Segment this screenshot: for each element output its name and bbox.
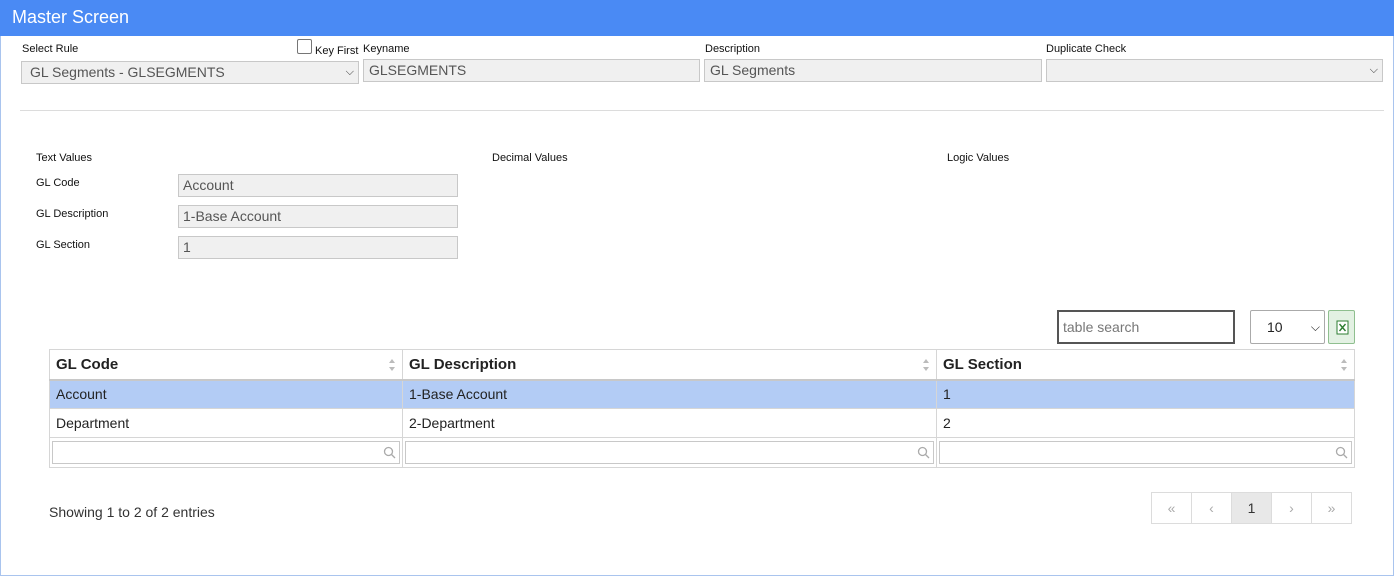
sort-icon xyxy=(923,359,929,371)
search-icon xyxy=(917,446,930,459)
table-cell: 2-Department xyxy=(402,408,937,438)
description-input[interactable]: GL Segments xyxy=(704,59,1042,82)
gl-description-input[interactable]: 1-Base Account xyxy=(178,205,458,228)
window-frame xyxy=(0,0,1394,576)
column-header-label: GL Section xyxy=(943,355,1022,373)
excel-icon xyxy=(1336,320,1349,335)
table-row[interactable]: Department 2-Department 2 xyxy=(49,408,1355,438)
duplicate-check-label: Duplicate Check xyxy=(1046,43,1127,55)
sort-icon xyxy=(389,359,395,371)
column-header-gl-code[interactable]: GL Code xyxy=(49,349,403,381)
last-page-button[interactable]: » xyxy=(1311,492,1352,524)
gl-code-label: GL Code xyxy=(36,177,80,189)
chevron-down-icon: ⌵ xyxy=(345,66,354,78)
filter-cell xyxy=(49,437,403,468)
chevron-down-icon: ⌵ xyxy=(1310,320,1320,334)
column-filter-input[interactable] xyxy=(52,441,400,464)
select-rule-value: GL Segments - GLSEGMENTS xyxy=(30,64,225,80)
section-divider xyxy=(20,110,1384,111)
page-length-select[interactable]: 10 ⌵ xyxy=(1250,310,1325,344)
column-header-label: GL Description xyxy=(409,355,517,373)
table-cell: Department xyxy=(49,408,403,438)
select-rule-dropdown[interactable]: GL Segments - GLSEGMENTS ⌵ xyxy=(21,61,359,84)
key-first-checkbox[interactable] xyxy=(297,39,312,54)
prev-page-button[interactable]: ‹ xyxy=(1191,492,1232,524)
table-cell: Account xyxy=(49,379,403,409)
search-icon xyxy=(383,446,396,459)
table-cell: 2 xyxy=(936,408,1355,438)
description-label: Description xyxy=(705,43,761,55)
filter-cell xyxy=(936,437,1355,468)
column-header-gl-description[interactable]: GL Description xyxy=(402,349,937,381)
page-1-button[interactable]: 1 xyxy=(1231,492,1272,524)
keyname-input[interactable]: GLSEGMENTS xyxy=(363,59,700,82)
first-page-button[interactable]: « xyxy=(1151,492,1192,524)
column-filter-input[interactable] xyxy=(939,441,1352,464)
decimal-values-heading: Decimal Values xyxy=(492,152,568,164)
table-row[interactable]: Account 1-Base Account 1 xyxy=(49,379,1355,409)
column-header-label: GL Code xyxy=(56,355,119,373)
keyname-label: Keyname xyxy=(363,43,410,55)
chevron-down-icon: ⌵ xyxy=(1369,64,1378,76)
gl-description-label: GL Description xyxy=(36,208,109,220)
column-header-gl-section[interactable]: GL Section xyxy=(936,349,1355,381)
data-table: GL Code GL Description GL Section Accoun… xyxy=(49,349,1355,468)
search-icon xyxy=(1335,446,1348,459)
export-excel-button[interactable] xyxy=(1328,310,1355,344)
filter-row xyxy=(49,437,1355,468)
window-title: Master Screen xyxy=(0,0,1394,36)
gl-code-input[interactable]: Account xyxy=(178,174,458,197)
column-filter-input[interactable] xyxy=(405,441,934,464)
table-info-text: Showing 1 to 2 of 2 entries xyxy=(49,504,215,520)
next-page-button[interactable]: › xyxy=(1271,492,1312,524)
duplicate-check-dropdown[interactable]: ⌵ xyxy=(1046,59,1383,82)
page-length-value: 10 xyxy=(1267,319,1283,335)
select-rule-label: Select Rule xyxy=(22,43,79,55)
gl-section-input[interactable]: 1 xyxy=(178,236,458,259)
table-cell: 1 xyxy=(936,379,1355,409)
logic-values-heading: Logic Values xyxy=(947,152,1010,164)
pagination: « ‹ 1 › » xyxy=(1151,492,1352,524)
sort-icon xyxy=(1341,359,1347,371)
key-first-label: Key First xyxy=(315,45,359,57)
gl-section-label: GL Section xyxy=(36,239,91,251)
filter-cell xyxy=(402,437,937,468)
table-search-input[interactable]: table search xyxy=(1057,310,1235,344)
table-cell: 1-Base Account xyxy=(402,379,937,409)
text-values-heading: Text Values xyxy=(36,152,93,164)
